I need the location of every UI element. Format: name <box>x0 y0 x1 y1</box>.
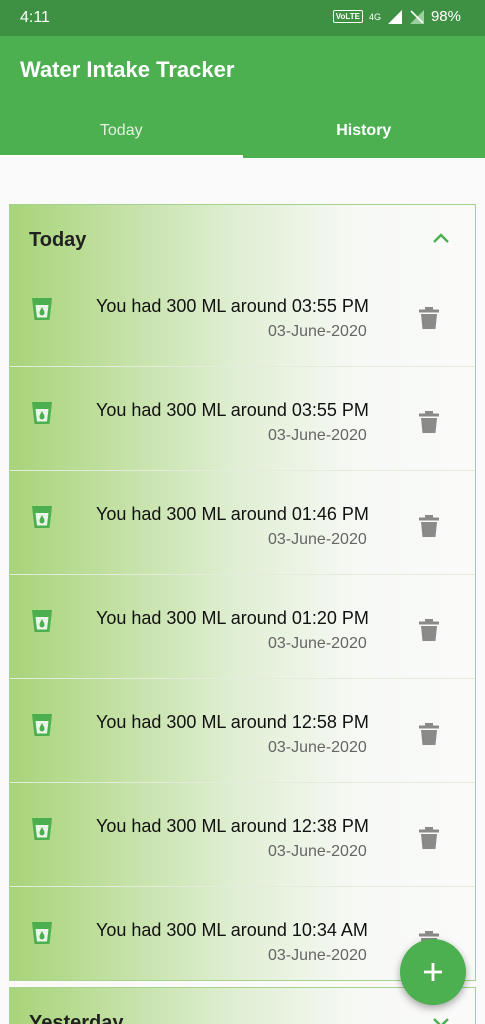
list-item: You had 300 ML around 12:58 PM 03-June-20… <box>10 679 475 783</box>
entry-text: You had 300 ML around 12:38 PM <box>96 816 369 836</box>
glass-water-icon <box>32 506 52 528</box>
entry-date: 03-June-2020 <box>268 323 367 340</box>
tab-today[interactable]: Today <box>0 106 243 158</box>
status-icons: VoLTE 4G 98% <box>332 8 461 25</box>
status-bar: 4:11 VoLTE 4G 98% <box>0 0 485 36</box>
plus-icon <box>424 963 442 981</box>
tab-indicator <box>0 155 243 158</box>
section-title: Yesterday <box>29 1012 124 1024</box>
entry-text: You had 300 ML around 01:20 PM <box>96 608 369 628</box>
volte-badge: VoLTE <box>332 10 363 23</box>
entry-date: 03-June-2020 <box>268 947 367 964</box>
entry-date: 03-June-2020 <box>268 531 367 548</box>
trash-icon[interactable] <box>418 306 440 330</box>
signal-icon <box>387 9 402 24</box>
entry-text: You had 300 ML around 01:46 PM <box>96 504 369 524</box>
chevron-down-icon[interactable] <box>431 1012 451 1024</box>
trash-icon[interactable] <box>418 410 440 434</box>
list-item: You had 300 ML around 01:46 PM 03-June-20… <box>10 471 475 575</box>
chevron-up-icon[interactable] <box>431 229 451 249</box>
trash-icon[interactable] <box>418 826 440 850</box>
glass-water-icon <box>32 818 52 840</box>
glass-water-icon <box>32 610 52 632</box>
entry-list: You had 300 ML around 03:55 PM 03-June-20… <box>10 263 475 991</box>
entry-text: You had 300 ML around 10:34 AM <box>96 920 368 940</box>
entry-date: 03-June-2020 <box>268 739 367 756</box>
trash-icon[interactable] <box>418 722 440 746</box>
entry-text: You had 300 ML around 03:55 PM <box>96 296 369 316</box>
glass-water-icon <box>32 402 52 424</box>
network-label: 4G <box>368 11 381 22</box>
trash-icon[interactable] <box>418 514 440 538</box>
glass-water-icon <box>32 922 52 944</box>
trash-icon[interactable] <box>418 618 440 642</box>
entry-text: You had 300 ML around 12:58 PM <box>96 712 369 732</box>
tab-history-label: History <box>336 122 392 139</box>
status-time: 4:11 <box>20 9 50 26</box>
entry-date: 03-June-2020 <box>268 843 367 860</box>
tab-bar: Today History <box>0 106 485 158</box>
glass-water-icon <box>32 714 52 736</box>
today-section: Today You had 300 ML around 03:55 PM 03-J… <box>9 204 476 981</box>
list-item: You had 300 ML around 01:20 PM 03-June-20… <box>10 575 475 679</box>
app-title: Water Intake Tracker <box>20 57 235 82</box>
add-entry-button[interactable] <box>400 939 466 1005</box>
tab-history[interactable]: History <box>243 106 485 158</box>
entry-date: 03-June-2020 <box>268 635 367 652</box>
list-item: You had 300 ML around 03:55 PM 03-June-20… <box>10 367 475 471</box>
no-signal-icon <box>409 9 424 24</box>
entry-text: You had 300 ML around 03:55 PM <box>96 400 369 420</box>
entry-date: 03-June-2020 <box>268 427 367 444</box>
glass-water-icon <box>32 298 52 320</box>
section-title: Today <box>29 229 87 251</box>
list-item: You had 300 ML around 03:55 PM 03-June-20… <box>10 263 475 367</box>
yesterday-section: Yesterday <box>9 987 476 1024</box>
yesterday-section-header[interactable]: Yesterday <box>10 988 475 1024</box>
tab-today-label: Today <box>99 122 143 139</box>
app-bar: Water Intake Tracker Today History <box>0 36 485 158</box>
battery-percent: 98% <box>430 8 461 25</box>
list-item: You had 300 ML around 12:38 PM 03-June-20… <box>10 783 475 887</box>
